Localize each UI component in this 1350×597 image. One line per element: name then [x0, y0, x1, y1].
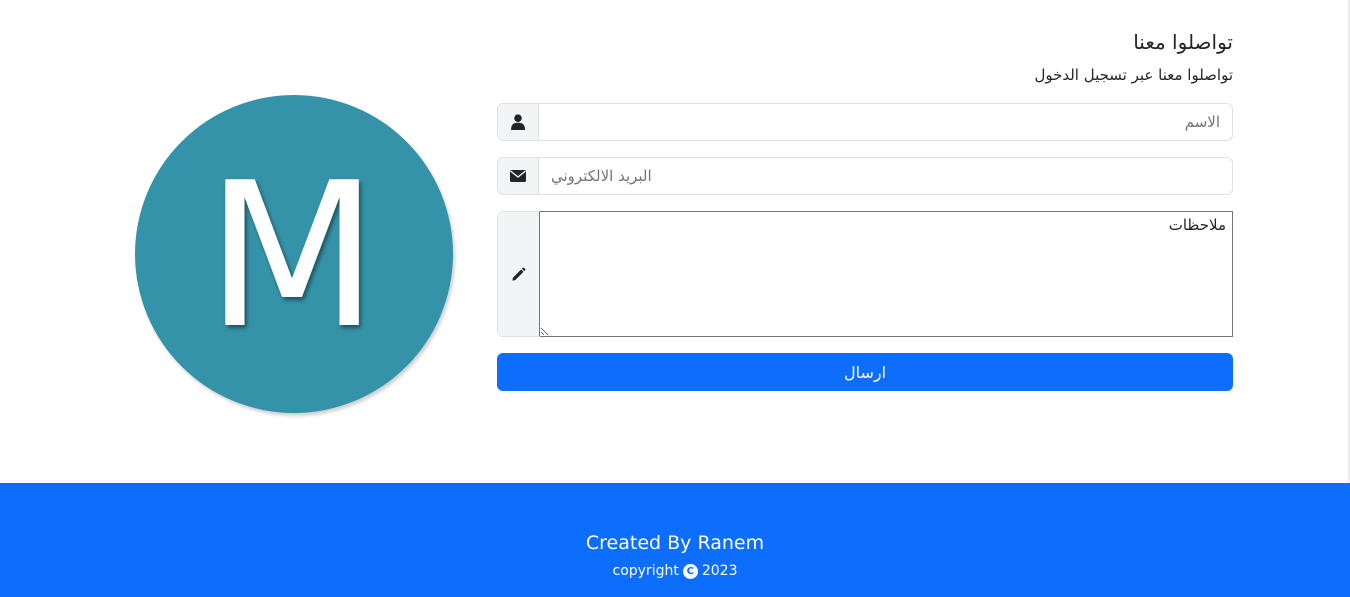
notes-textarea[interactable]: [540, 211, 1233, 337]
copyright-icon: C: [682, 563, 698, 579]
copyright-label: copyright: [612, 563, 679, 579]
name-input[interactable]: [539, 104, 1232, 140]
logo-letter: M: [206, 140, 379, 373]
footer-credit: Created By Ranem: [585, 532, 765, 554]
footer-copyright: copyright C 2023: [0, 563, 1350, 579]
logo-letter-graphic: M: [206, 140, 379, 373]
logo: M: [135, 95, 455, 415]
footer: Created By Ranem copyright C 2023: [0, 483, 1350, 597]
page-title: تواصلوا معنا: [1133, 30, 1233, 54]
pencil-icon: [498, 212, 540, 336]
page-subtitle: تواصلوا معنا عبر تسجيل الدخول: [1034, 66, 1233, 84]
copyright-year: 2023: [701, 563, 738, 579]
email-input[interactable]: [539, 158, 1232, 194]
envelope-icon: [498, 158, 539, 194]
notes-field-group: [497, 211, 1233, 337]
name-field-group: [497, 103, 1233, 141]
send-button[interactable]: ارسال: [497, 353, 1233, 391]
email-field-group: [497, 157, 1233, 195]
user-icon: [498, 104, 539, 140]
